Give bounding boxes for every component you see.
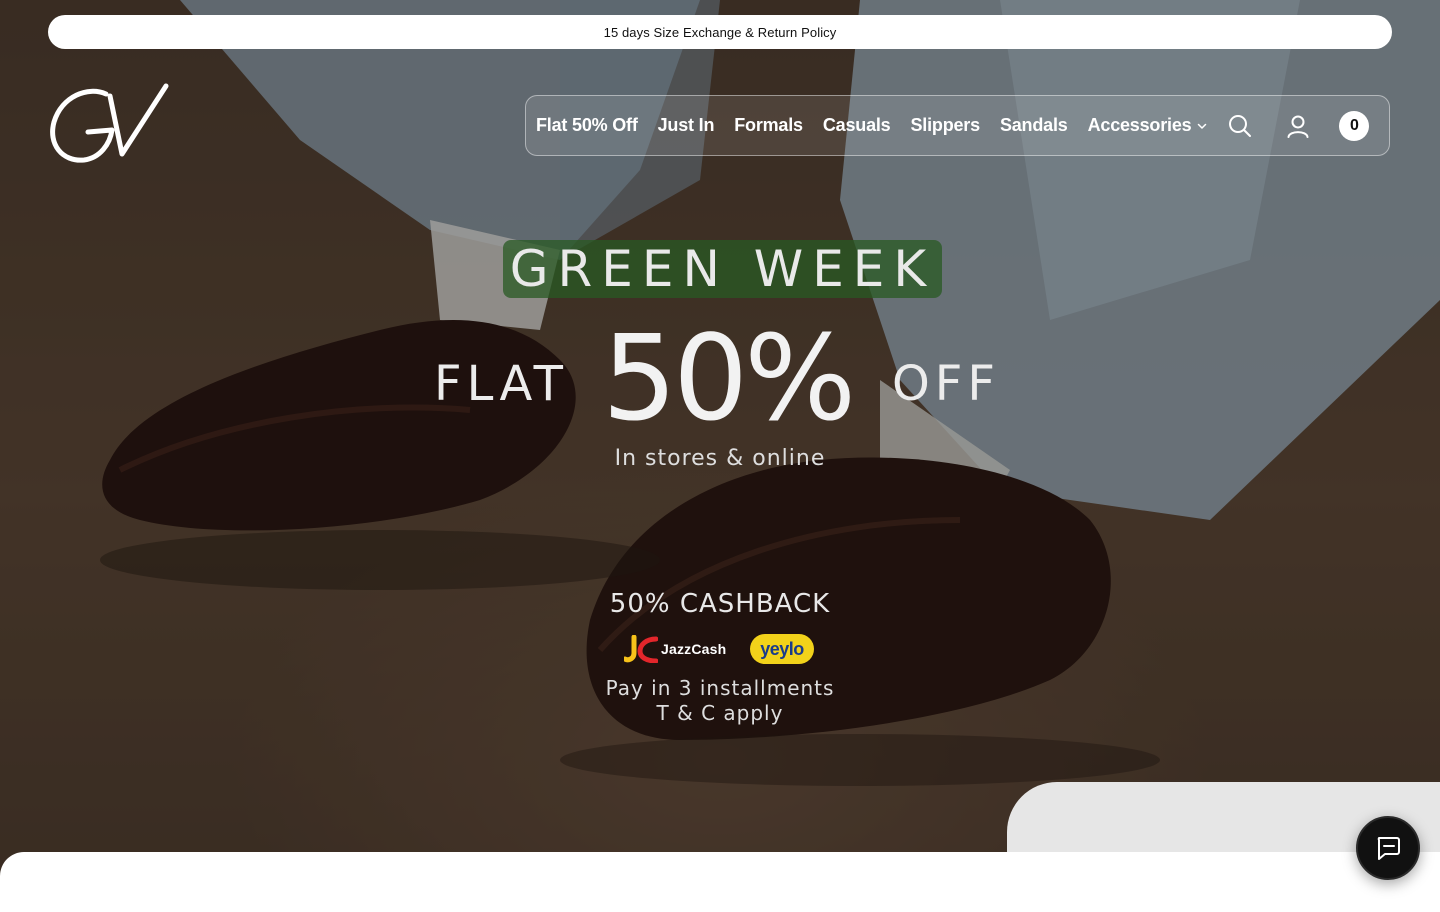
nav-item-flat-50-off[interactable]: Flat 50% Off — [536, 115, 638, 136]
nav-item-accessories-label: Accessories — [1087, 115, 1192, 135]
jazzcash-logo: JazzCash — [624, 635, 726, 663]
nav-item-sandals[interactable]: Sandals — [1000, 115, 1068, 136]
gv-logo-icon[interactable] — [48, 82, 170, 166]
payment-partner-logos: JazzCash yeylo — [622, 632, 822, 666]
cashback-text: 50% CASHBACK — [609, 589, 831, 619]
announcement-text: 15 days Size Exchange & Return Policy — [603, 24, 837, 40]
nav-item-casuals[interactable]: Casuals — [823, 115, 891, 136]
yeylo-logo: yeylo — [750, 634, 814, 664]
flat-text: FLAT — [434, 356, 568, 412]
installments-text: Pay in 3 installments T & C apply — [520, 676, 920, 726]
installments-line-1: Pay in 3 installments — [605, 676, 835, 700]
jazzcash-icon — [624, 635, 658, 663]
account-button[interactable] — [1285, 113, 1311, 139]
nav-item-just-in[interactable]: Just In — [658, 115, 715, 136]
search-icon — [1229, 114, 1252, 137]
jazzcash-text: JazzCash — [661, 641, 727, 657]
cart-count-badge[interactable]: 0 — [1339, 110, 1370, 141]
nav-item-accessories[interactable]: Accessories — [1088, 115, 1208, 136]
discount-headline: FLAT 50% OFF — [420, 318, 1020, 438]
nav-item-formals[interactable]: Formals — [734, 115, 803, 136]
off-text: OFF — [892, 356, 1000, 412]
chat-button[interactable] — [1356, 816, 1420, 880]
nav-item-slippers[interactable]: Slippers — [911, 115, 981, 136]
chevron-down-icon — [1198, 123, 1207, 129]
hero-subtitle: In stores & online — [614, 446, 826, 471]
chat-icon — [1377, 837, 1400, 860]
logo-mark — [50, 83, 169, 163]
search-button[interactable] — [1227, 113, 1253, 139]
green-week-badge: GREEN WEEK — [503, 240, 942, 298]
percent-text: 50% — [602, 309, 856, 447]
user-icon — [1287, 115, 1309, 138]
installments-line-2: T & C apply — [656, 701, 784, 725]
main-nav: Flat 50% Off Just In Formals Casuals Sli… — [525, 95, 1390, 156]
content-panel — [0, 852, 1440, 912]
announcement-bar[interactable]: 15 days Size Exchange & Return Policy — [48, 15, 1392, 49]
